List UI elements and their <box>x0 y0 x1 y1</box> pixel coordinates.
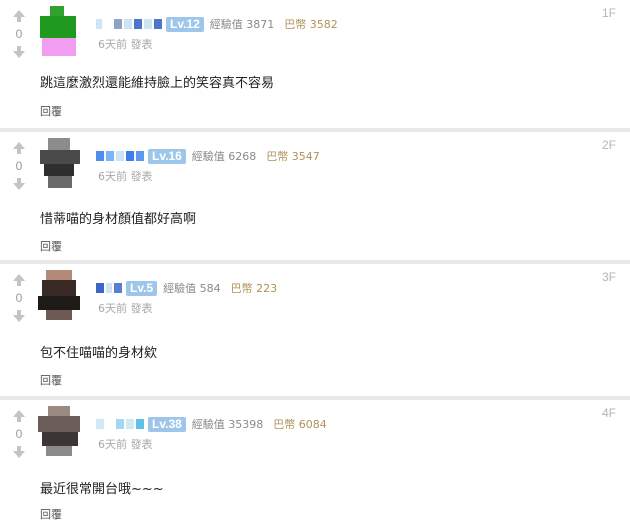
comment-meta: Lv.16 經驗值 6268 巴幣 3547 <box>96 146 320 166</box>
vote-score: 0 <box>15 27 23 41</box>
level-badge: Lv.5 <box>126 280 158 296</box>
arrow-up-icon[interactable] <box>10 408 28 424</box>
username[interactable] <box>96 149 144 163</box>
arrow-up-icon[interactable] <box>10 272 28 288</box>
comment-meta: Lv.38 經驗值 35398 巴幣 6084 <box>96 414 327 434</box>
post-time: 6天前 發表 <box>98 438 153 451</box>
username[interactable] <box>96 281 122 295</box>
arrow-down-icon[interactable] <box>10 44 28 60</box>
floor-number: 3F <box>601 270 616 284</box>
avatar[interactable] <box>34 406 86 456</box>
vote-score: 0 <box>15 291 23 305</box>
arrow-up-icon[interactable] <box>10 8 28 24</box>
comment-meta: Lv.5 經驗值 584 巴幣 223 <box>96 278 277 298</box>
exp-value: 經驗值 3871 <box>209 18 275 31</box>
comment-item: 0 Lv.5 經驗值 584 巴幣 223 6天前 發表 3F 包不住喵喵的身材… <box>0 264 630 396</box>
post-time: 6天前 發表 <box>98 170 153 183</box>
floor-number: 4F <box>601 406 616 420</box>
vote-box: 0 <box>10 8 28 60</box>
avatar[interactable] <box>34 270 86 320</box>
floor-number: 1F <box>601 6 616 20</box>
gp-value: 巴幣 3582 <box>284 18 338 31</box>
floor-number: 2F <box>601 138 616 152</box>
reply-button[interactable]: 回覆 <box>40 372 62 388</box>
exp-value: 經驗值 584 <box>163 282 221 295</box>
vote-score: 0 <box>15 427 23 441</box>
arrow-up-icon[interactable] <box>10 140 28 156</box>
avatar[interactable] <box>34 6 86 56</box>
comment-text: 惜蒂喵的身材顏值都好高啊 <box>40 212 197 227</box>
level-badge: Lv.12 <box>166 16 204 32</box>
comment-text: 包不住喵喵的身材欸 <box>40 346 158 361</box>
comment-text: 最近很常開台哦~~~ <box>40 482 164 497</box>
vote-box: 0 <box>10 272 28 324</box>
arrow-down-icon[interactable] <box>10 308 28 324</box>
username[interactable] <box>96 17 162 31</box>
username[interactable] <box>96 417 144 431</box>
level-badge: Lv.16 <box>148 148 186 164</box>
arrow-down-icon[interactable] <box>10 176 28 192</box>
post-time: 6天前 發表 <box>98 38 153 51</box>
post-time: 6天前 發表 <box>98 302 153 315</box>
vote-score: 0 <box>15 159 23 173</box>
exp-value: 經驗值 35398 <box>191 418 264 431</box>
gp-value: 巴幣 223 <box>230 282 278 295</box>
comment-list: 0 Lv.12 經驗值 3871 巴幣 3582 6天前 發表 1F 跳這麼激烈… <box>0 0 630 526</box>
level-badge: Lv.38 <box>148 416 186 432</box>
comment-item: 0 Lv.16 經驗值 6268 巴幣 3547 6天前 發表 2F 惜蒂喵的身… <box>0 132 630 260</box>
comment-text: 跳這麼激烈還能維持臉上的笑容真不容易 <box>40 76 275 91</box>
vote-box: 0 <box>10 140 28 192</box>
arrow-down-icon[interactable] <box>10 444 28 460</box>
gp-value: 巴幣 3547 <box>266 150 320 163</box>
comment-meta: Lv.12 經驗值 3871 巴幣 3582 <box>96 14 338 34</box>
reply-button[interactable]: 回覆 <box>40 506 62 522</box>
reply-button[interactable]: 回覆 <box>40 103 62 119</box>
comment-item: 0 Lv.38 經驗值 35398 巴幣 6084 6天前 發表 4F 最近很常… <box>0 400 630 526</box>
comment-item: 0 Lv.12 經驗值 3871 巴幣 3582 6天前 發表 1F 跳這麼激烈… <box>0 0 630 128</box>
exp-value: 經驗值 6268 <box>191 150 257 163</box>
gp-value: 巴幣 6084 <box>273 418 327 431</box>
reply-button[interactable]: 回覆 <box>40 238 62 254</box>
avatar[interactable] <box>34 138 86 188</box>
vote-box: 0 <box>10 408 28 460</box>
